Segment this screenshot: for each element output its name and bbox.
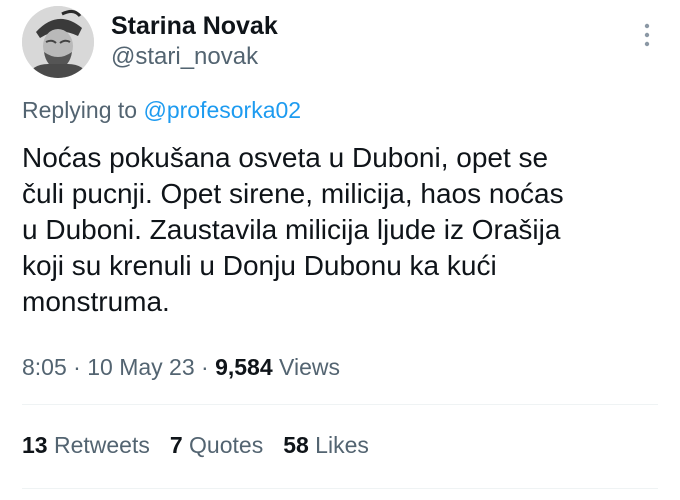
tweet-text-line: koji su krenuli u Donju Dubonu ka kući	[22, 250, 497, 281]
reply-mention-link[interactable]: @profesorka02	[143, 97, 301, 123]
user-handle[interactable]: @stari_novak	[111, 43, 258, 71]
replying-to-line: Replying to @profesorka02	[22, 97, 301, 124]
tweet-text-line: čuli pucnji. Opet sirene, milicija, haos…	[22, 178, 564, 209]
tweet-text-line: u Duboni. Zaustavila milicija ljude iz O…	[22, 214, 561, 245]
more-vertical-icon[interactable]	[637, 22, 657, 48]
quotes-label: Quotes	[182, 432, 264, 458]
divider	[22, 488, 658, 489]
likes-stat[interactable]: 58 Likes	[283, 432, 369, 459]
tweet-text-line: monstruma.	[22, 286, 170, 317]
tweet-text: Noćas pokušana osveta u Duboni, opet se …	[22, 140, 652, 320]
divider	[22, 404, 658, 405]
meta-separator: ·	[194, 354, 216, 380]
tweet-date[interactable]: 10 May 23	[87, 354, 194, 380]
quotes-stat[interactable]: 7 Quotes	[170, 432, 263, 459]
views-count: 9,584	[215, 354, 273, 380]
retweets-label: Retweets	[47, 432, 150, 458]
retweets-stat[interactable]: 13 Retweets	[22, 432, 150, 459]
retweets-count: 13	[22, 432, 48, 458]
tweet-time[interactable]: 8:05	[22, 354, 67, 380]
replying-to-label: Replying to	[22, 97, 138, 123]
views-label: Views	[272, 354, 340, 380]
display-name[interactable]: Starina Novak	[111, 12, 278, 41]
engagement-stats: 13 Retweets 7 Quotes 58 Likes	[22, 432, 389, 459]
tweet-meta: 8:05 · 10 May 23 · 9,584 Views	[22, 354, 340, 381]
meta-separator: ·	[66, 354, 88, 380]
likes-count: 58	[283, 432, 309, 458]
portrait-avatar-icon	[22, 6, 94, 78]
tweet-card: Starina Novak @stari_novak Replying to @…	[0, 0, 680, 500]
quotes-count: 7	[169, 432, 183, 458]
tweet-text-line: Noćas pokušana osveta u Duboni, opet se	[22, 142, 549, 173]
likes-label: Likes	[308, 432, 369, 458]
avatar[interactable]	[22, 6, 94, 78]
